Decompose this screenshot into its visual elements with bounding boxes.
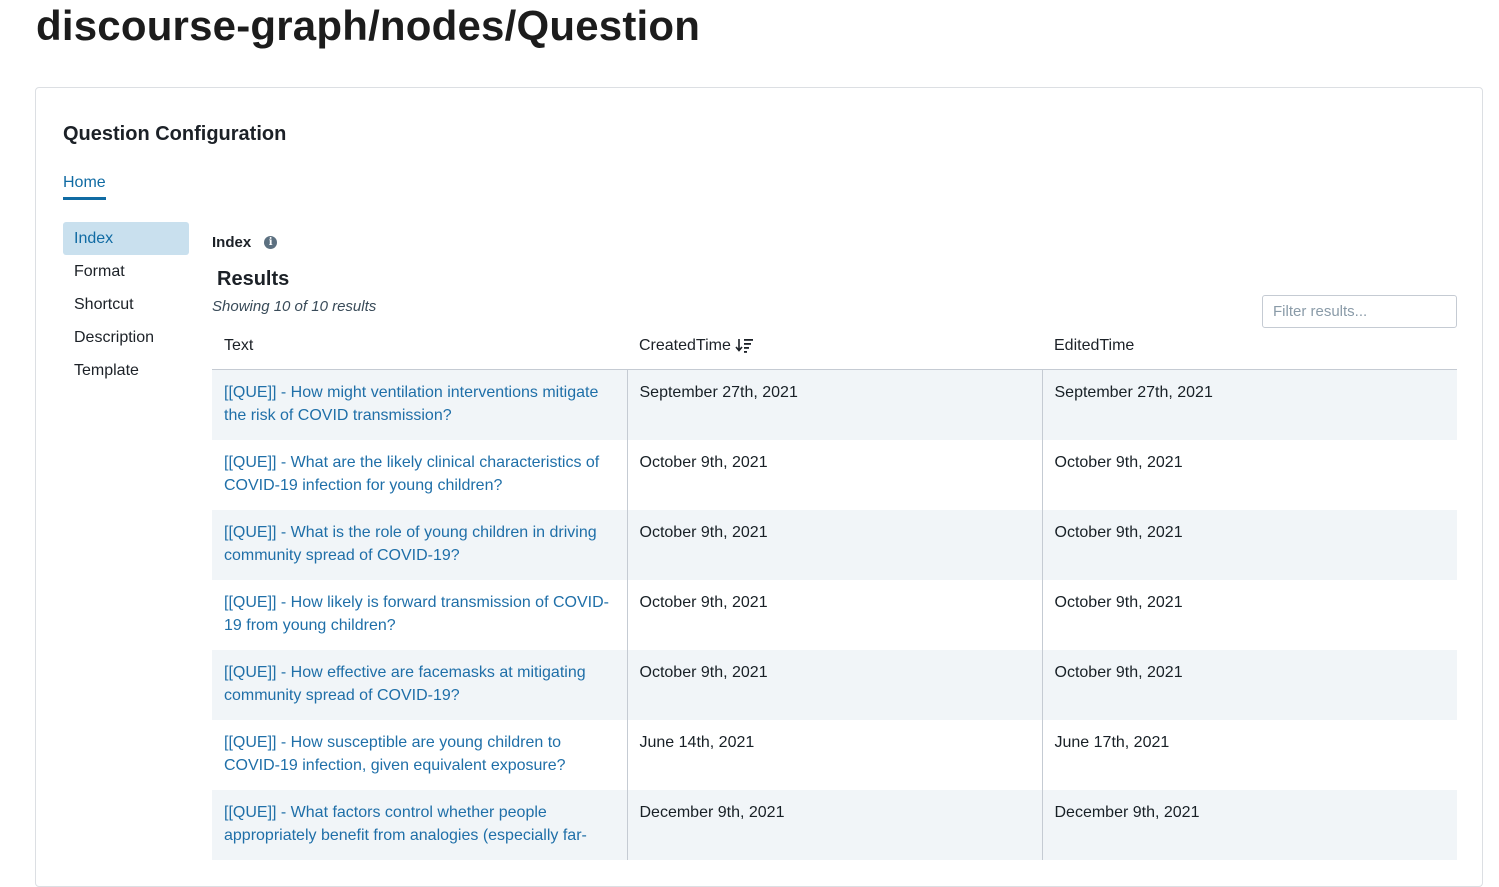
cell-edited: September 27th, 2021 <box>1041 369 1457 440</box>
sidebar-item-template[interactable]: Template <box>63 354 189 387</box>
node-link[interactable]: [[QUE]] - What is the role of young chil… <box>224 524 597 564</box>
tab-home[interactable]: Home <box>63 174 106 200</box>
config-card: Question Configuration Home Index Format… <box>35 87 1483 887</box>
cell-created: October 9th, 2021 <box>626 579 1042 650</box>
cell-text: [[QUE]] - How likely is forward transmis… <box>212 579 627 650</box>
cell-edited: October 9th, 2021 <box>1041 649 1457 720</box>
panel-label: Index <box>212 233 252 251</box>
cell-edited: June 17th, 2021 <box>1041 719 1457 790</box>
table-row: [[QUE]] - How might ventilation interven… <box>212 369 1457 440</box>
node-link[interactable]: [[QUE]] - What factors control whether p… <box>224 804 587 844</box>
results-title: Results <box>217 268 290 290</box>
table-row: [[QUE]] - What are the likely clinical c… <box>212 439 1457 510</box>
results-count: Showing 10 of 10 results <box>212 298 377 315</box>
cell-text: [[QUE]] - What factors control whether p… <box>212 789 627 860</box>
panel-label-row: Index i <box>212 228 1458 256</box>
column-header-editedtime[interactable]: EditedTime <box>1042 322 1457 370</box>
table-row: [[QUE]] - What factors control whether p… <box>212 789 1457 860</box>
cell-edited: October 9th, 2021 <box>1041 509 1457 580</box>
cell-created: June 14th, 2021 <box>626 719 1042 790</box>
cell-created: December 9th, 2021 <box>626 789 1042 860</box>
cell-created: October 9th, 2021 <box>626 649 1042 720</box>
cell-text: [[QUE]] - What are the likely clinical c… <box>212 439 627 510</box>
column-header-text[interactable]: Text <box>212 322 627 370</box>
cell-text: [[QUE]] - How effective are facemasks at… <box>212 649 627 720</box>
cell-edited: October 9th, 2021 <box>1041 579 1457 650</box>
node-link[interactable]: [[QUE]] - How might ventilation interven… <box>224 384 598 424</box>
sidebar-item-index[interactable]: Index <box>63 222 189 255</box>
table-row: [[QUE]] - How susceptible are young chil… <box>212 719 1457 790</box>
sidebar-nav: Index Format Shortcut Description Templa… <box>63 222 189 387</box>
sidebar-item-shortcut[interactable]: Shortcut <box>63 288 189 321</box>
node-link[interactable]: [[QUE]] - What are the likely clinical c… <box>224 454 599 494</box>
column-header-createdtime[interactable]: CreatedTime <box>627 322 1042 370</box>
cell-text: [[QUE]] - How might ventilation interven… <box>212 369 627 440</box>
cell-edited: October 9th, 2021 <box>1041 439 1457 510</box>
sidebar-item-description[interactable]: Description <box>63 321 189 354</box>
card-title: Question Configuration <box>63 123 287 145</box>
node-link[interactable]: [[QUE]] - How effective are facemasks at… <box>224 664 586 704</box>
node-link[interactable]: [[QUE]] - How susceptible are young chil… <box>224 734 566 774</box>
cell-edited: December 9th, 2021 <box>1041 789 1457 860</box>
cell-text: [[QUE]] - How susceptible are young chil… <box>212 719 627 790</box>
results-table: Text CreatedTime EditedTime [[QUE]] - Ho… <box>212 322 1457 860</box>
page-title: discourse-graph/nodes/Question <box>36 2 701 49</box>
cell-created: October 9th, 2021 <box>626 439 1042 510</box>
table-row: [[QUE]] - How likely is forward transmis… <box>212 579 1457 650</box>
node-link[interactable]: [[QUE]] - How likely is forward transmis… <box>224 594 609 634</box>
index-panel: Index i Results Showing 10 of 10 results… <box>212 228 1458 860</box>
table-header-row: Text CreatedTime EditedTime <box>212 322 1457 370</box>
table-row: [[QUE]] - How effective are facemasks at… <box>212 649 1457 720</box>
cell-created: October 9th, 2021 <box>626 509 1042 580</box>
info-icon[interactable]: i <box>264 235 278 249</box>
cell-created: September 27th, 2021 <box>626 369 1042 440</box>
sidebar-item-format[interactable]: Format <box>63 255 189 288</box>
sort-descending-icon[interactable] <box>735 337 753 354</box>
table-row: [[QUE]] - What is the role of young chil… <box>212 509 1457 580</box>
cell-text: [[QUE]] - What is the role of young chil… <box>212 509 627 580</box>
